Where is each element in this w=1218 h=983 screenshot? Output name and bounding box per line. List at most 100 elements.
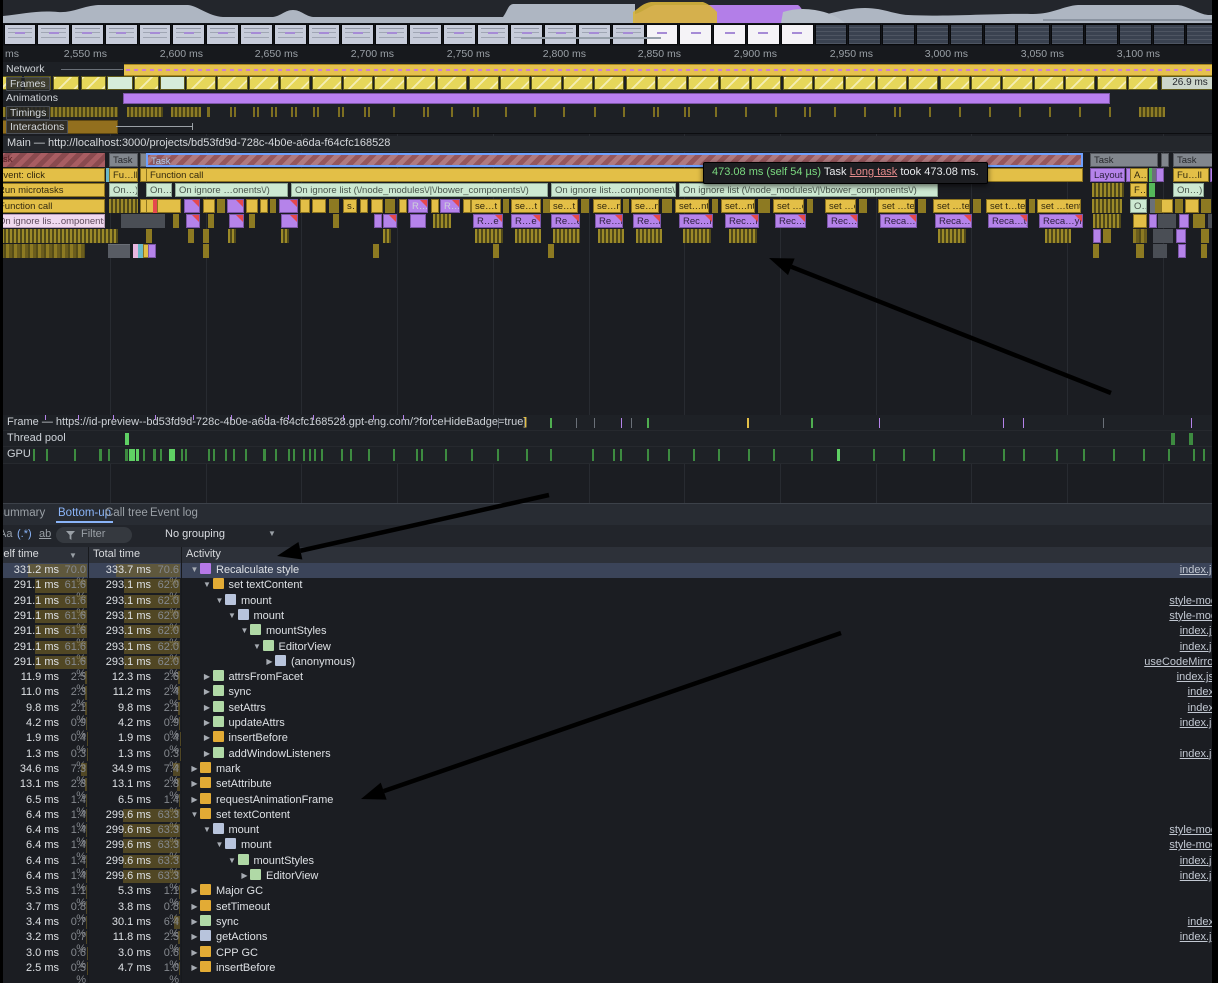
activity-name[interactable]: addWindowListeners [229, 748, 331, 760]
screenshot-thumbnail[interactable] [544, 24, 577, 45]
flame-bar[interactable]: On…) [1173, 183, 1204, 197]
source-link[interactable]: index.js [1180, 625, 1217, 637]
table-row[interactable]: 291.1 ms61.6 %293.1 ms62.0 %▶(anonymous)… [3, 655, 1218, 670]
frame-box[interactable] [688, 76, 718, 90]
flame-bar[interactable] [581, 199, 589, 213]
flame-bar[interactable] [598, 229, 624, 243]
frame-box[interactable] [81, 76, 106, 90]
screenshot-thumbnail[interactable] [443, 24, 476, 45]
collapse-triangle-icon[interactable]: ▼ [227, 611, 238, 620]
frame-box[interactable] [134, 76, 159, 90]
expand-triangle-icon[interactable]: ▶ [189, 764, 200, 773]
flame-bar[interactable]: Re…e [551, 214, 580, 228]
table-row[interactable]: 291.1 ms61.6 %293.1 ms62.0 %▼set textCon… [3, 578, 1218, 593]
flame-bar[interactable] [1153, 229, 1173, 243]
table-row[interactable]: 291.1 ms61.6 %293.1 ms62.0 %▼mountstyle-… [3, 594, 1218, 609]
tab-summary[interactable]: Summary [0, 507, 45, 519]
activity-name[interactable]: attrsFromFacet [229, 671, 304, 683]
expand-triangle-icon[interactable]: ▶ [239, 871, 250, 880]
flame-bar[interactable] [1208, 214, 1218, 228]
frame-box[interactable] [312, 76, 342, 90]
flame-bar[interactable] [186, 214, 200, 228]
frame-box[interactable] [374, 76, 404, 90]
frame-box[interactable] [437, 76, 467, 90]
expand-triangle-icon[interactable]: ▶ [189, 917, 200, 926]
flame-bar[interactable]: se…t [471, 199, 501, 213]
flame-bar[interactable] [1133, 214, 1147, 228]
flame-bar[interactable] [173, 214, 179, 228]
expand-triangle-icon[interactable]: ▶ [189, 963, 200, 972]
expand-triangle-icon[interactable]: ▶ [202, 718, 213, 727]
flame-bar[interactable] [463, 199, 471, 213]
screenshot-thumbnail[interactable] [1119, 24, 1152, 45]
flame-bar[interactable] [188, 229, 194, 243]
expand-triangle-icon[interactable]: ▶ [264, 657, 275, 666]
flame-bar[interactable]: On ignore list…components\/) [551, 183, 676, 197]
long-task-link[interactable]: Long task [850, 166, 898, 178]
screenshot-thumbnail[interactable] [679, 24, 712, 45]
source-link[interactable]: style-mod [1169, 610, 1217, 622]
screenshot-thumbnail[interactable] [646, 24, 679, 45]
activity-name[interactable]: setTimeout [216, 901, 270, 913]
flame-bar[interactable]: O… [1130, 199, 1147, 213]
sort-arrow-icon[interactable]: ▼ [69, 551, 77, 560]
screenshot-thumbnail[interactable] [341, 24, 374, 45]
flame-bar[interactable] [1201, 229, 1209, 243]
table-row[interactable]: 331.2 ms70.0 %333.7 ms70.6 %▼Recalculate… [3, 563, 1218, 578]
flame-bar[interactable]: set …ent [773, 199, 804, 213]
flame-bar[interactable]: On ignore …onents\/) [175, 183, 288, 197]
activity-name[interactable]: mount [241, 595, 272, 607]
flame-bar[interactable] [1210, 168, 1218, 182]
flame-bar[interactable]: set …tent [1037, 199, 1081, 213]
activity-name[interactable]: mountStyles [266, 625, 327, 637]
table-row[interactable]: 6.4 ms1.4 %299.6 ms63.3 %▼mountstyle-mod [3, 823, 1218, 838]
source-link[interactable]: index.js [1180, 564, 1217, 576]
timeline-ruler[interactable]: ms 2,550 ms2,600 ms2,650 ms2,700 ms2,750… [3, 46, 1218, 63]
flame-bar[interactable]: Re…le [633, 214, 661, 228]
screenshot-thumbnail[interactable] [950, 24, 983, 45]
flame-bar[interactable] [758, 199, 770, 213]
flame-bar[interactable] [729, 229, 757, 243]
screenshot-thumbnail[interactable] [477, 24, 510, 45]
frame-box[interactable] [469, 76, 499, 90]
flame-bar[interactable] [371, 199, 383, 213]
regex-toggle[interactable]: (.*) [17, 528, 32, 540]
flame-bar[interactable]: set…nt [675, 199, 709, 213]
flame-bar[interactable] [203, 199, 215, 213]
flame-bar[interactable]: Reca…yle [880, 214, 917, 228]
screenshot-thumbnail[interactable] [4, 24, 37, 45]
screenshot-thumbnail[interactable] [1017, 24, 1050, 45]
flame-bar[interactable] [973, 199, 981, 213]
expand-triangle-icon[interactable]: ▶ [202, 733, 213, 742]
table-row[interactable]: 3.2 ms0.7 %11.8 ms2.5 %▶getActionsindex.… [3, 930, 1218, 945]
screenshot-thumbnail[interactable] [781, 24, 814, 45]
flame-bar[interactable]: Re…le [595, 214, 623, 228]
screenshot-thumbnail[interactable] [409, 24, 442, 45]
table-row[interactable]: 2.5 ms0.5 %4.7 ms1.0 %▶insertBefore [3, 961, 1218, 976]
flame-bar[interactable] [475, 229, 503, 243]
main-thread-header[interactable]: Main — http://localhost:3000/projects/bd… [3, 136, 1218, 152]
screenshot-thumbnail[interactable] [105, 24, 138, 45]
flame-bar[interactable] [1092, 183, 1124, 197]
flame-bar[interactable]: Task [109, 153, 138, 167]
source-link[interactable]: style-mod [1169, 839, 1217, 851]
frame-box[interactable] [217, 76, 247, 90]
flame-bar[interactable]: Rec…le [725, 214, 759, 228]
frame-box[interactable] [814, 76, 844, 90]
flame-bar[interactable] [0, 244, 85, 258]
screenshot-thumbnail[interactable] [882, 24, 915, 45]
source-link[interactable]: style-mod [1169, 595, 1217, 607]
source-link[interactable]: index.js [1180, 855, 1217, 867]
frame-box[interactable] [160, 76, 185, 90]
flame-bar[interactable] [410, 214, 426, 228]
frame-box[interactable] [626, 76, 656, 90]
whole-word-toggle[interactable]: ab [39, 528, 51, 540]
flame-bar[interactable] [859, 199, 867, 213]
activity-name[interactable]: EditorView [279, 641, 331, 653]
grouping-dropdown-arrow[interactable]: ▼ [268, 529, 276, 538]
table-row[interactable]: 11.0 ms2.3 %11.2 ms2.4 %▶syncindex. [3, 685, 1218, 700]
screenshot-thumbnail[interactable] [172, 24, 205, 45]
screenshot-thumbnail[interactable] [578, 24, 611, 45]
flame-bar[interactable]: Reca…tyle [988, 214, 1028, 228]
table-row[interactable]: 3.0 ms0.6 %3.0 ms0.6 %▶CPP GC [3, 946, 1218, 961]
